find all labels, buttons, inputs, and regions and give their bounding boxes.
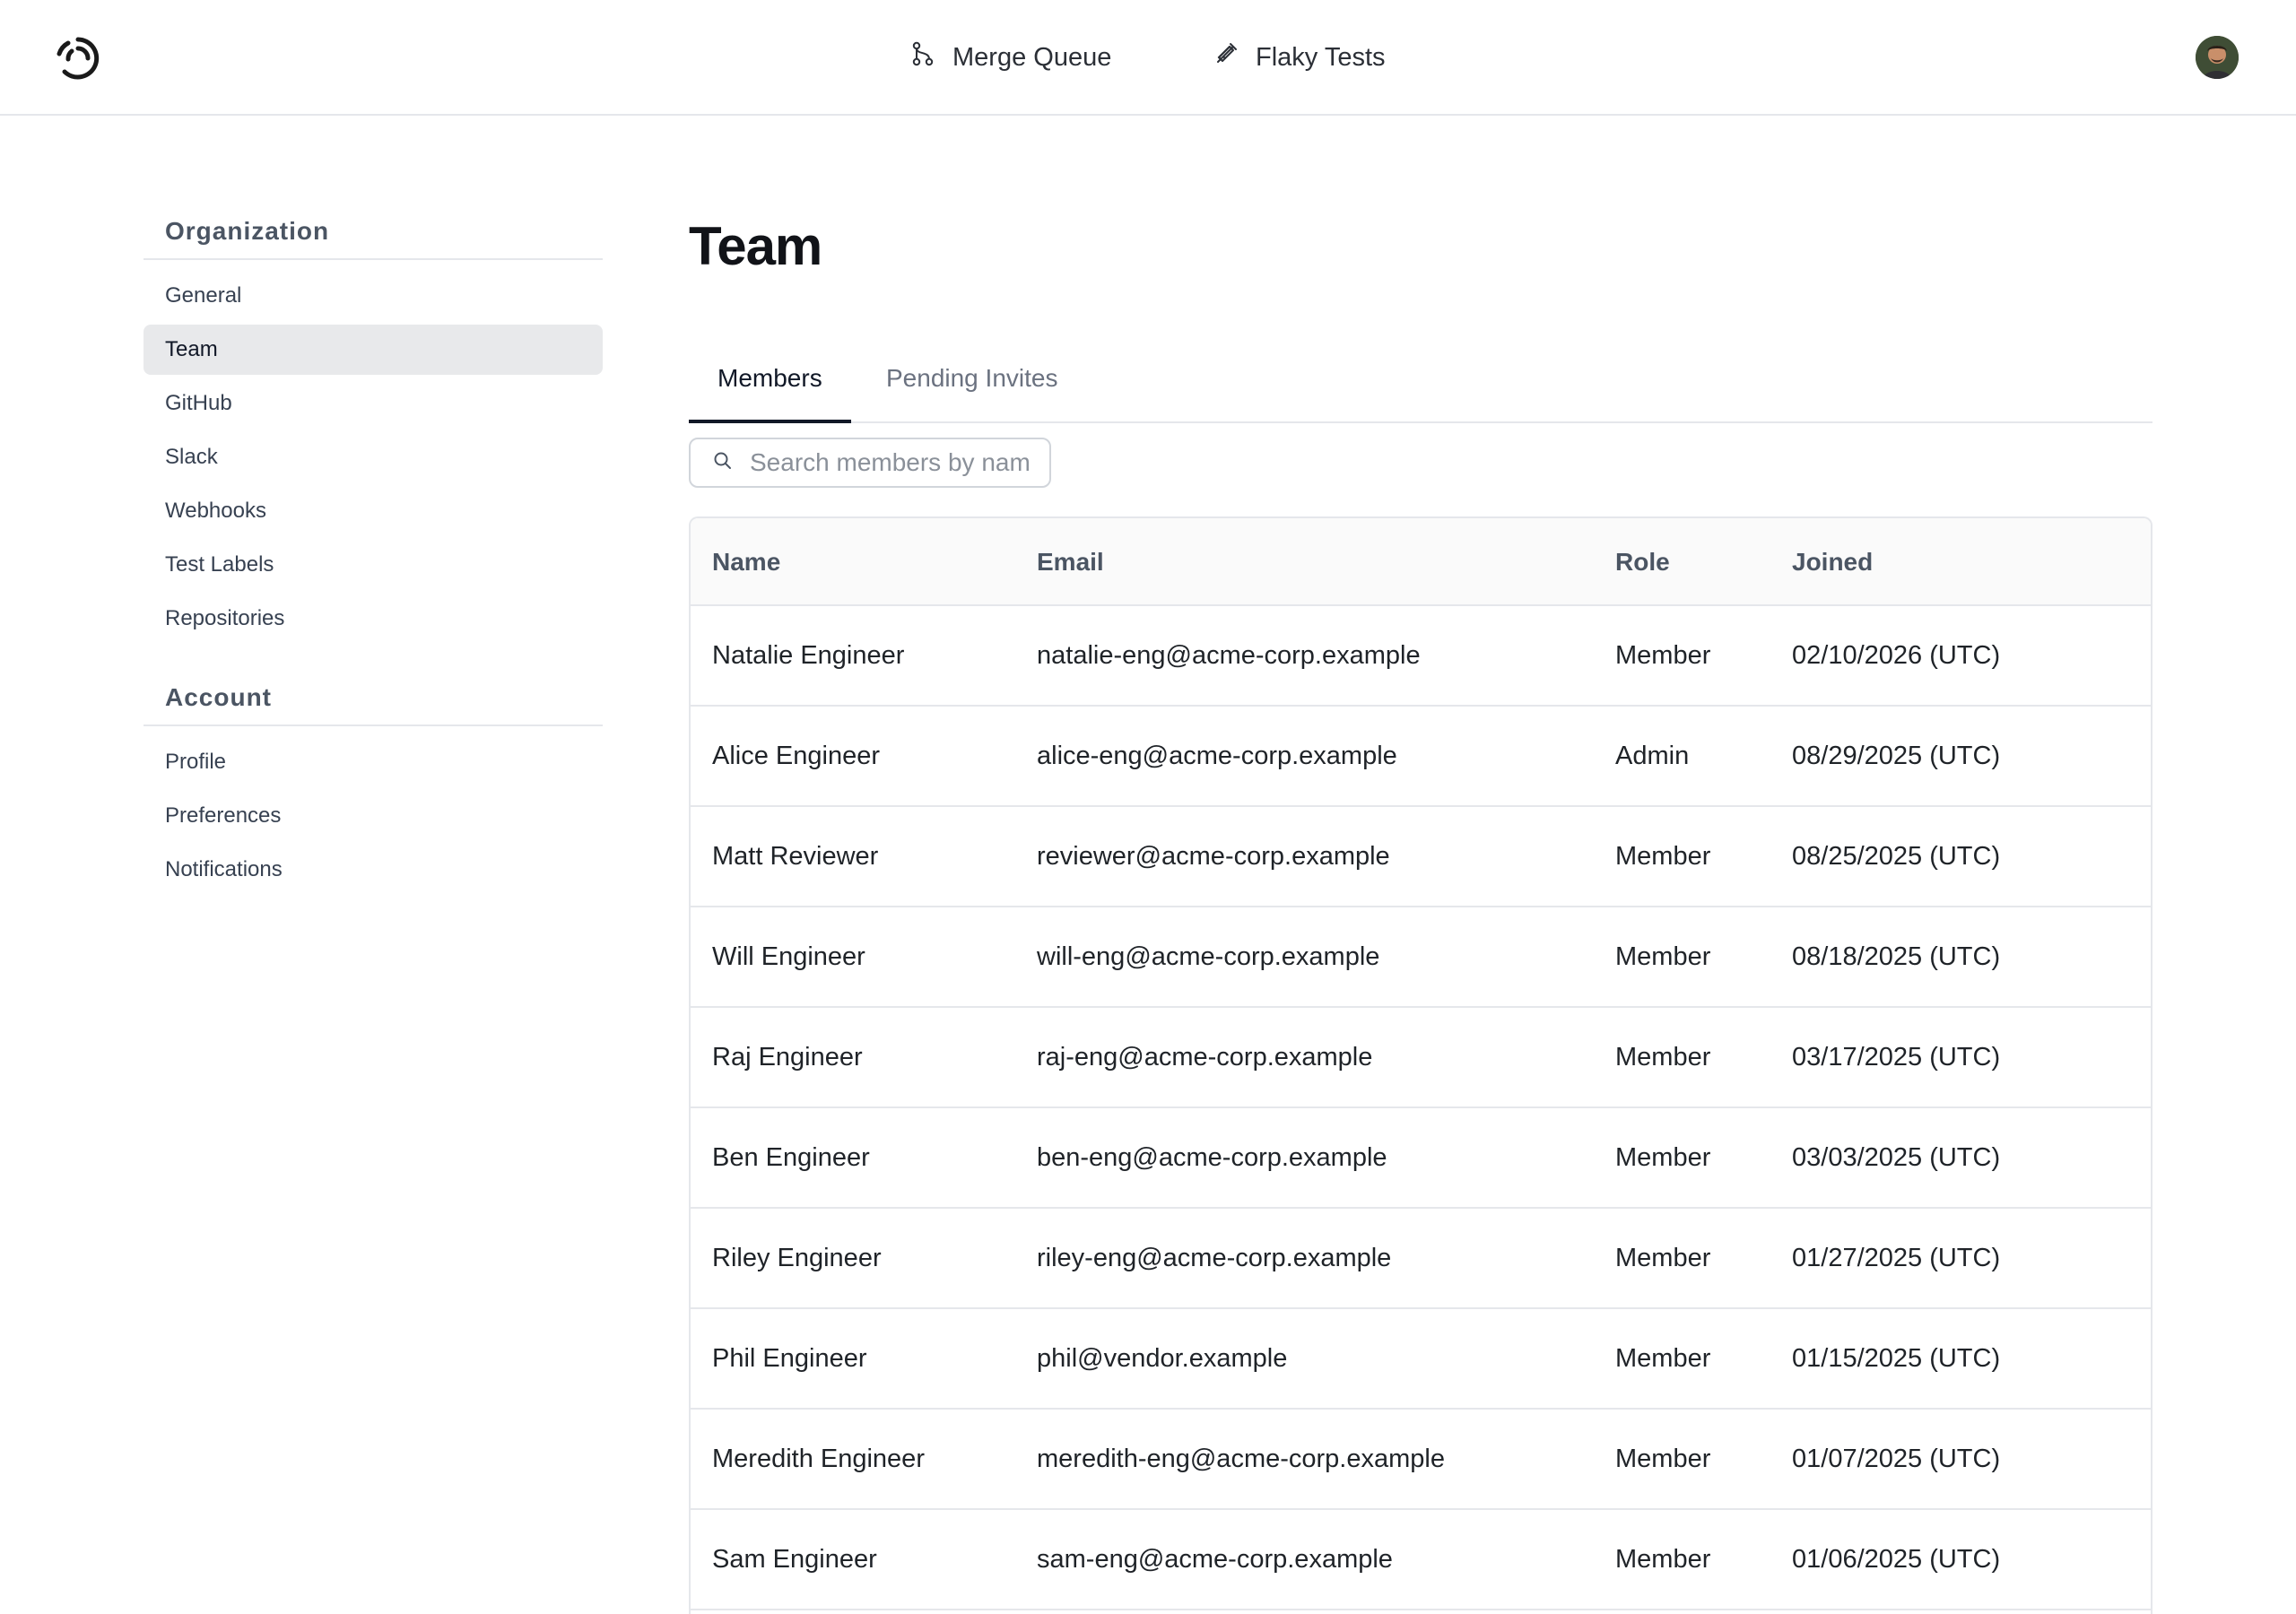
- top-bar: Merge Queue Flaky Tests: [0, 0, 2296, 116]
- cell-email: reviewer@acme-corp.example: [1037, 842, 1390, 871]
- column-header-email[interactable]: Email: [1037, 518, 1104, 606]
- member-search: [689, 438, 1051, 488]
- nav-flaky-tests-label: Flaky Tests: [1256, 42, 1386, 72]
- cell-name: Alice Engineer: [712, 742, 880, 770]
- tab-members[interactable]: Members: [689, 351, 851, 423]
- sidebar-section-title: Account: [144, 681, 603, 726]
- sidebar-item-repositories[interactable]: Repositories: [144, 594, 603, 644]
- table-row[interactable]: Alice Engineer alice-eng@acme-corp.exampl…: [691, 707, 2151, 807]
- cell-role: Member: [1615, 842, 1711, 871]
- cell-joined: 02/10/2026 (UTC): [1792, 641, 2001, 670]
- cell-email: alice-eng@acme-corp.example: [1037, 742, 1397, 770]
- search-input[interactable]: [750, 448, 1030, 477]
- table-row[interactable]: Meredith Engineer meredith-eng@acme-corp.…: [691, 1410, 2151, 1510]
- cell-name: Sam Engineer: [712, 1545, 877, 1574]
- cell-name: Raj Engineer: [712, 1043, 863, 1072]
- user-avatar[interactable]: [2196, 36, 2239, 79]
- sidebar-section-title: Organization: [144, 215, 603, 260]
- git-merge-icon: [909, 40, 936, 74]
- cell-name: Riley Engineer: [712, 1244, 882, 1272]
- nav-merge-queue-label: Merge Queue: [952, 42, 1112, 72]
- cell-joined: 03/17/2025 (UTC): [1792, 1043, 2001, 1072]
- nav-merge-queue[interactable]: Merge Queue: [909, 36, 1111, 79]
- sidebar-item-github[interactable]: GitHub: [144, 378, 603, 429]
- table-row[interactable]: Riley Engineer riley-eng@acme-corp.exampl…: [691, 1209, 2151, 1309]
- cell-joined: 08/29/2025 (UTC): [1792, 742, 2001, 770]
- column-header-name[interactable]: Name: [712, 518, 780, 606]
- sidebar-section-organization: Organization General Team GitHub Slack W…: [144, 215, 603, 644]
- cell-email: will-eng@acme-corp.example: [1037, 942, 1380, 971]
- cell-role: Member: [1615, 942, 1711, 971]
- sidebar-item-test-labels[interactable]: Test Labels: [144, 540, 603, 590]
- cell-joined: 01/06/2025 (UTC): [1792, 1545, 2001, 1574]
- cell-joined: 01/15/2025 (UTC): [1792, 1344, 2001, 1373]
- cell-name: Matt Reviewer: [712, 842, 879, 871]
- table-row[interactable]: Will Engineer will-eng@acme-corp.example M…: [691, 907, 2151, 1008]
- table-header: Name Email Role Joined: [691, 518, 2151, 606]
- cell-email: natalie-eng@acme-corp.example: [1037, 641, 1421, 670]
- search-icon: [712, 450, 734, 476]
- cell-joined: 01/07/2025 (UTC): [1792, 1445, 2001, 1473]
- cell-joined: 08/25/2025 (UTC): [1792, 842, 2001, 871]
- cell-joined: 01/27/2025 (UTC): [1792, 1244, 2001, 1272]
- sidebar-section-account: Account Profile Preferences Notification…: [144, 681, 603, 895]
- cell-name: Natalie Engineer: [712, 641, 905, 670]
- cell-role: Member: [1615, 641, 1711, 670]
- cell-role: Member: [1615, 1244, 1711, 1272]
- tab-pending-invites[interactable]: Pending Invites: [857, 351, 1086, 423]
- sidebar-item-notifications[interactable]: Notifications: [144, 845, 603, 895]
- cell-email: phil@vendor.example: [1037, 1344, 1288, 1373]
- column-header-joined[interactable]: Joined: [1792, 518, 1873, 606]
- sidebar-item-profile[interactable]: Profile: [144, 737, 603, 787]
- column-header-role[interactable]: Role: [1615, 518, 1670, 606]
- cell-name: Ben Engineer: [712, 1143, 870, 1172]
- sidebar-item-slack[interactable]: Slack: [144, 432, 603, 482]
- cell-name: Will Engineer: [712, 942, 865, 971]
- table-row[interactable]: Phil Engineer phil@vendor.example Member 01…: [691, 1309, 2151, 1410]
- table-body: Natalie Engineer natalie-eng@acme-corp.ex…: [691, 606, 2151, 1610]
- tab-bar: Members Pending Invites: [689, 351, 2152, 423]
- page-title: Team: [689, 216, 822, 276]
- cell-email: sam-eng@acme-corp.example: [1037, 1545, 1393, 1574]
- cell-role: Member: [1615, 1143, 1711, 1172]
- settings-sidebar: Organization General Team GitHub Slack W…: [144, 215, 603, 895]
- table-row[interactable]: Raj Engineer raj-eng@acme-corp.example Mem…: [691, 1008, 2151, 1108]
- cell-role: Member: [1615, 1545, 1711, 1574]
- syringe-icon: [1213, 40, 1239, 74]
- cell-role: Admin: [1615, 742, 1690, 770]
- top-nav: Merge Queue Flaky Tests: [0, 0, 2296, 115]
- table-row[interactable]: Sam Engineer sam-eng@acme-corp.example Mem…: [691, 1510, 2151, 1610]
- cell-joined: 03/03/2025 (UTC): [1792, 1143, 2001, 1172]
- table-row[interactable]: Matt Reviewer reviewer@acme-corp.example M…: [691, 807, 2151, 907]
- cell-email: meredith-eng@acme-corp.example: [1037, 1445, 1445, 1473]
- cell-name: Phil Engineer: [712, 1344, 867, 1373]
- nav-flaky-tests[interactable]: Flaky Tests: [1213, 36, 1386, 79]
- cell-name: Meredith Engineer: [712, 1445, 925, 1473]
- members-table: Name Email Role Joined Natalie Engineer n…: [689, 516, 2152, 1614]
- table-row[interactable]: Ben Engineer ben-eng@acme-corp.example Mem…: [691, 1108, 2151, 1209]
- cell-role: Member: [1615, 1445, 1711, 1473]
- cell-email: riley-eng@acme-corp.example: [1037, 1244, 1392, 1272]
- cell-role: Member: [1615, 1344, 1711, 1373]
- sidebar-item-team[interactable]: Team: [144, 325, 603, 375]
- table-row[interactable]: Natalie Engineer natalie-eng@acme-corp.ex…: [691, 606, 2151, 707]
- sidebar-item-preferences[interactable]: Preferences: [144, 791, 603, 841]
- cell-role: Member: [1615, 1043, 1711, 1072]
- sidebar-item-webhooks[interactable]: Webhooks: [144, 486, 603, 536]
- sidebar-item-general[interactable]: General: [144, 271, 603, 321]
- cell-email: ben-eng@acme-corp.example: [1037, 1143, 1387, 1172]
- cell-joined: 08/18/2025 (UTC): [1792, 942, 2001, 971]
- cell-email: raj-eng@acme-corp.example: [1037, 1043, 1373, 1072]
